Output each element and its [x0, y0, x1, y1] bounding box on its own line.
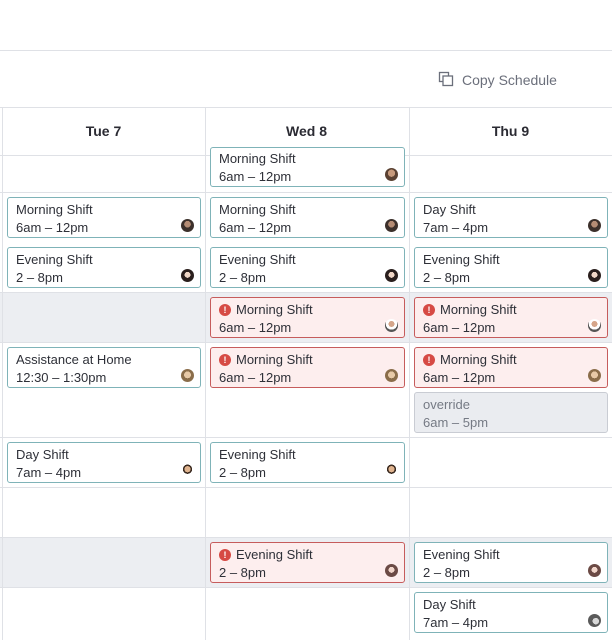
divider: [0, 192, 612, 193]
shift-time: 2 – 8pm: [423, 565, 470, 580]
shift-card-conflict[interactable]: ! Morning Shift 6am – 12pm: [210, 297, 405, 338]
divider: [0, 587, 612, 588]
error-icon: !: [423, 304, 435, 316]
avatar: [588, 319, 601, 332]
shift-time: 2 – 8pm: [219, 465, 266, 480]
shift-title: Evening Shift: [423, 547, 500, 562]
divider: [0, 487, 612, 488]
shift-title: Day Shift: [423, 597, 476, 612]
shift-time: 7am – 4pm: [423, 615, 489, 630]
avatar: [385, 269, 398, 282]
error-icon: !: [219, 354, 231, 366]
error-icon: !: [219, 304, 231, 316]
shift-time: 2 – 8pm: [16, 270, 63, 285]
shift-card[interactable]: Morning Shift 6am – 12pm: [7, 197, 201, 238]
shift-time: 7am – 4pm: [423, 220, 489, 235]
shift-card[interactable]: Day Shift 7am – 4pm: [414, 197, 608, 238]
shift-time: 6am – 12pm: [423, 320, 496, 335]
shift-card-conflict[interactable]: ! Evening Shift 2 – 8pm: [210, 542, 405, 583]
avatar: [588, 564, 601, 577]
shift-title: Morning Shift: [236, 302, 313, 317]
shift-time: 2 – 8pm: [423, 270, 470, 285]
shift-time: 2 – 8pm: [219, 565, 266, 580]
shift-time: 12:30 – 1:30pm: [16, 370, 107, 385]
avatar: [385, 564, 398, 577]
shift-time: 6am – 12pm: [219, 169, 292, 184]
shift-title: Morning Shift: [16, 202, 93, 217]
shift-title: Evening Shift: [423, 252, 500, 267]
avatar: [385, 319, 398, 332]
shift-time: 6am – 12pm: [423, 370, 496, 385]
day-header-thu: Thu 9: [491, 123, 530, 139]
divider: [409, 107, 410, 640]
divider: [0, 50, 612, 51]
shift-card-conflict[interactable]: ! Morning Shift 6am – 12pm: [210, 347, 405, 388]
avatar: [385, 219, 398, 232]
shift-card[interactable]: Evening Shift 2 – 8pm: [210, 247, 405, 288]
avatar: [588, 269, 601, 282]
avatar: [181, 219, 194, 232]
shift-title: Day Shift: [16, 447, 69, 462]
shift-title: Evening Shift: [219, 252, 296, 267]
shift-time: 7am – 4pm: [16, 465, 82, 480]
divider: [2, 107, 3, 640]
shift-card[interactable]: Day Shift 7am – 4pm: [7, 442, 201, 483]
shift-time: 6am – 12pm: [219, 370, 292, 385]
shift-card[interactable]: Assistance at Home 12:30 – 1:30pm: [7, 347, 201, 388]
override-time: 6am – 5pm: [423, 415, 489, 430]
copy-schedule-label: Copy Schedule: [462, 72, 557, 88]
shift-title: Evening Shift: [236, 547, 313, 562]
shift-title: Morning Shift: [236, 352, 313, 367]
shift-card-conflict[interactable]: ! Morning Shift 6am – 12pm: [414, 347, 608, 388]
avatar: [385, 369, 398, 382]
shift-title: Day Shift: [423, 202, 476, 217]
shift-time: 6am – 12pm: [219, 320, 292, 335]
shift-time: 6am – 12pm: [219, 220, 292, 235]
avatar: [181, 369, 194, 382]
avatar: [588, 614, 601, 627]
day-header-tue: Tue 7: [85, 123, 122, 139]
shift-card[interactable]: Evening Shift 2 – 8pm: [414, 542, 608, 583]
error-icon: !: [219, 549, 231, 561]
avatar: [385, 464, 398, 477]
shift-time: 6am – 12pm: [16, 220, 89, 235]
shift-time: 2 – 8pm: [219, 270, 266, 285]
divider: [0, 342, 612, 343]
avatar: [181, 269, 194, 282]
shift-card[interactable]: Morning Shift 6am – 12pm: [210, 197, 405, 238]
copy-schedule-button[interactable]: Copy Schedule: [438, 68, 557, 92]
shift-card[interactable]: Evening Shift 2 – 8pm: [210, 442, 405, 483]
shift-card[interactable]: Day Shift 7am – 4pm: [414, 592, 608, 633]
override-card[interactable]: override 6am – 5pm: [414, 392, 608, 433]
shift-title: Morning Shift: [219, 151, 296, 166]
shift-title: Morning Shift: [440, 302, 517, 317]
shift-title: Evening Shift: [219, 447, 296, 462]
shift-card[interactable]: Evening Shift 2 – 8pm: [7, 247, 201, 288]
avatar: [385, 168, 398, 181]
copy-icon: [438, 71, 454, 90]
divider: [0, 437, 612, 438]
shift-card[interactable]: Evening Shift 2 – 8pm: [414, 247, 608, 288]
divider: [205, 107, 206, 640]
shift-title: Evening Shift: [16, 252, 93, 267]
shift-title: Assistance at Home: [16, 352, 132, 367]
avatar: [181, 464, 194, 477]
override-title: override: [423, 397, 470, 412]
avatar: [588, 369, 601, 382]
shift-card[interactable]: Morning Shift 6am – 12pm: [210, 147, 405, 187]
shift-title: Morning Shift: [440, 352, 517, 367]
avatar: [588, 219, 601, 232]
shift-title: Morning Shift: [219, 202, 296, 217]
error-icon: !: [423, 354, 435, 366]
shift-card-conflict[interactable]: ! Morning Shift 6am – 12pm: [414, 297, 608, 338]
